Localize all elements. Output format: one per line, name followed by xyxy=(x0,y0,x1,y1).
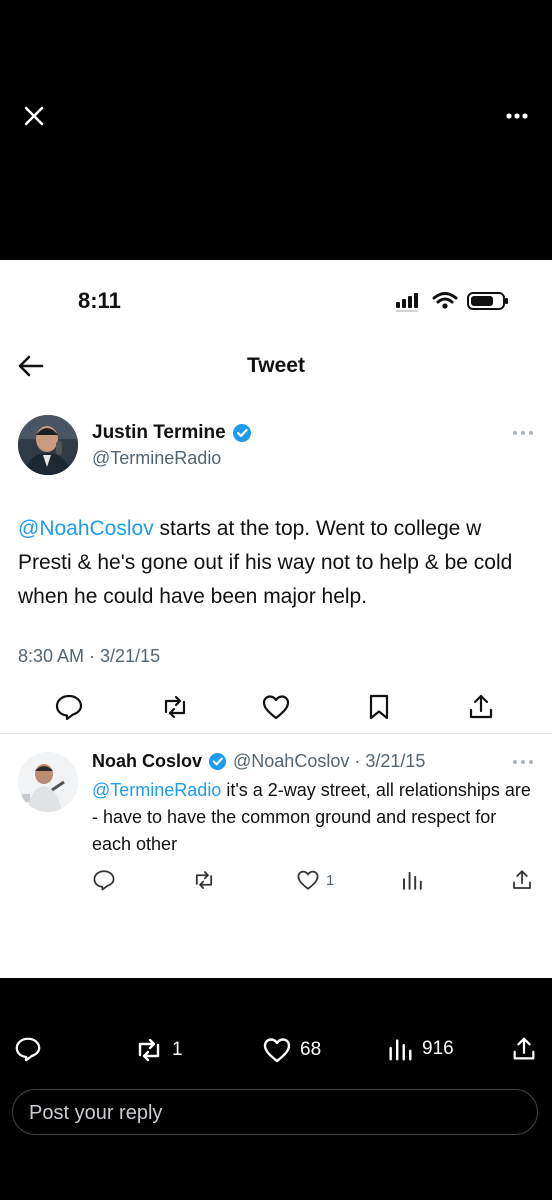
reply-views-button[interactable] xyxy=(400,868,424,892)
reply-icon xyxy=(93,870,115,891)
bottom-like-button[interactable]: 68 xyxy=(262,1035,321,1065)
mention-link[interactable]: @TermineRadio xyxy=(92,780,221,800)
signal-icon xyxy=(396,293,418,312)
bottom-retweet-button[interactable]: 1 xyxy=(134,1035,183,1065)
reply-text: @TermineRadio it's a 2-way street, all r… xyxy=(92,780,531,854)
reply-button[interactable] xyxy=(54,692,84,722)
view-count: 916 xyxy=(422,1038,454,1059)
battery-icon xyxy=(467,292,508,310)
share-button[interactable] xyxy=(466,692,496,722)
more-icon xyxy=(513,760,533,764)
like-icon xyxy=(262,695,290,720)
reply-header: Noah Coslov @NoahCoslov · 3/21/15 xyxy=(92,751,425,772)
share-icon xyxy=(513,870,531,889)
reply-icon xyxy=(55,694,83,721)
more-options-button[interactable] xyxy=(500,102,534,130)
tweet-timestamp: 8:30 AM · 3/21/15 xyxy=(18,646,161,666)
viewer-top-bar xyxy=(0,0,552,260)
more-icon xyxy=(513,431,533,435)
retweet-icon xyxy=(195,871,213,889)
page-title: Tweet xyxy=(247,354,305,377)
divider xyxy=(0,733,552,734)
bookmark-button[interactable] xyxy=(364,692,394,722)
wifi-icon xyxy=(432,292,458,309)
reply-reply-button[interactable] xyxy=(92,868,116,892)
status-icons xyxy=(394,289,512,313)
share-icon xyxy=(513,1037,535,1060)
bottom-reply-button[interactable] xyxy=(14,1035,42,1063)
tweet-more-button[interactable] xyxy=(512,428,534,438)
avatar[interactable] xyxy=(18,415,78,475)
close-icon xyxy=(24,106,44,126)
close-button[interactable] xyxy=(20,102,48,130)
like-button[interactable] xyxy=(261,692,291,722)
tweet-author-name[interactable]: Justin Termine xyxy=(92,422,252,444)
like-icon xyxy=(263,1038,291,1063)
status-time: 8:11 xyxy=(78,288,121,313)
bookmark-icon xyxy=(369,694,389,720)
reply-like-count: 1 xyxy=(326,871,335,889)
reply-icon xyxy=(15,1037,41,1062)
views-icon xyxy=(389,1039,412,1061)
reply-handle-date[interactable]: @NoahCoslov · 3/21/15 xyxy=(233,751,425,772)
reply-input[interactable]: Post your reply xyxy=(12,1089,538,1135)
bottom-share-button[interactable] xyxy=(510,1035,538,1063)
reply-author-name[interactable]: Noah Coslov xyxy=(92,751,202,772)
reply-retweet-button[interactable] xyxy=(192,868,216,892)
tweet-author-handle[interactable]: @TermineRadio xyxy=(92,448,221,469)
tweet-text: @NoahCoslov starts at the top. Went to c… xyxy=(18,517,513,608)
more-icon xyxy=(506,113,528,119)
like-icon xyxy=(297,870,319,890)
share-icon xyxy=(469,694,493,719)
retweet-icon xyxy=(164,695,186,719)
reply-avatar[interactable] xyxy=(18,752,78,812)
verified-icon xyxy=(232,424,251,442)
verified-icon xyxy=(208,752,227,771)
retweet-icon xyxy=(138,1038,160,1062)
like-count: 68 xyxy=(300,1039,322,1060)
mention-link[interactable]: @NoahCoslov xyxy=(18,517,154,540)
retweet-count: 1 xyxy=(172,1039,183,1060)
retweet-button[interactable] xyxy=(160,692,190,722)
reply-share-button[interactable] xyxy=(510,868,534,892)
reply-like-button[interactable]: 1 xyxy=(296,868,334,892)
bottom-views-button[interactable]: 916 xyxy=(386,1035,454,1063)
reply-more-button[interactable] xyxy=(512,757,534,767)
views-icon xyxy=(403,871,422,890)
